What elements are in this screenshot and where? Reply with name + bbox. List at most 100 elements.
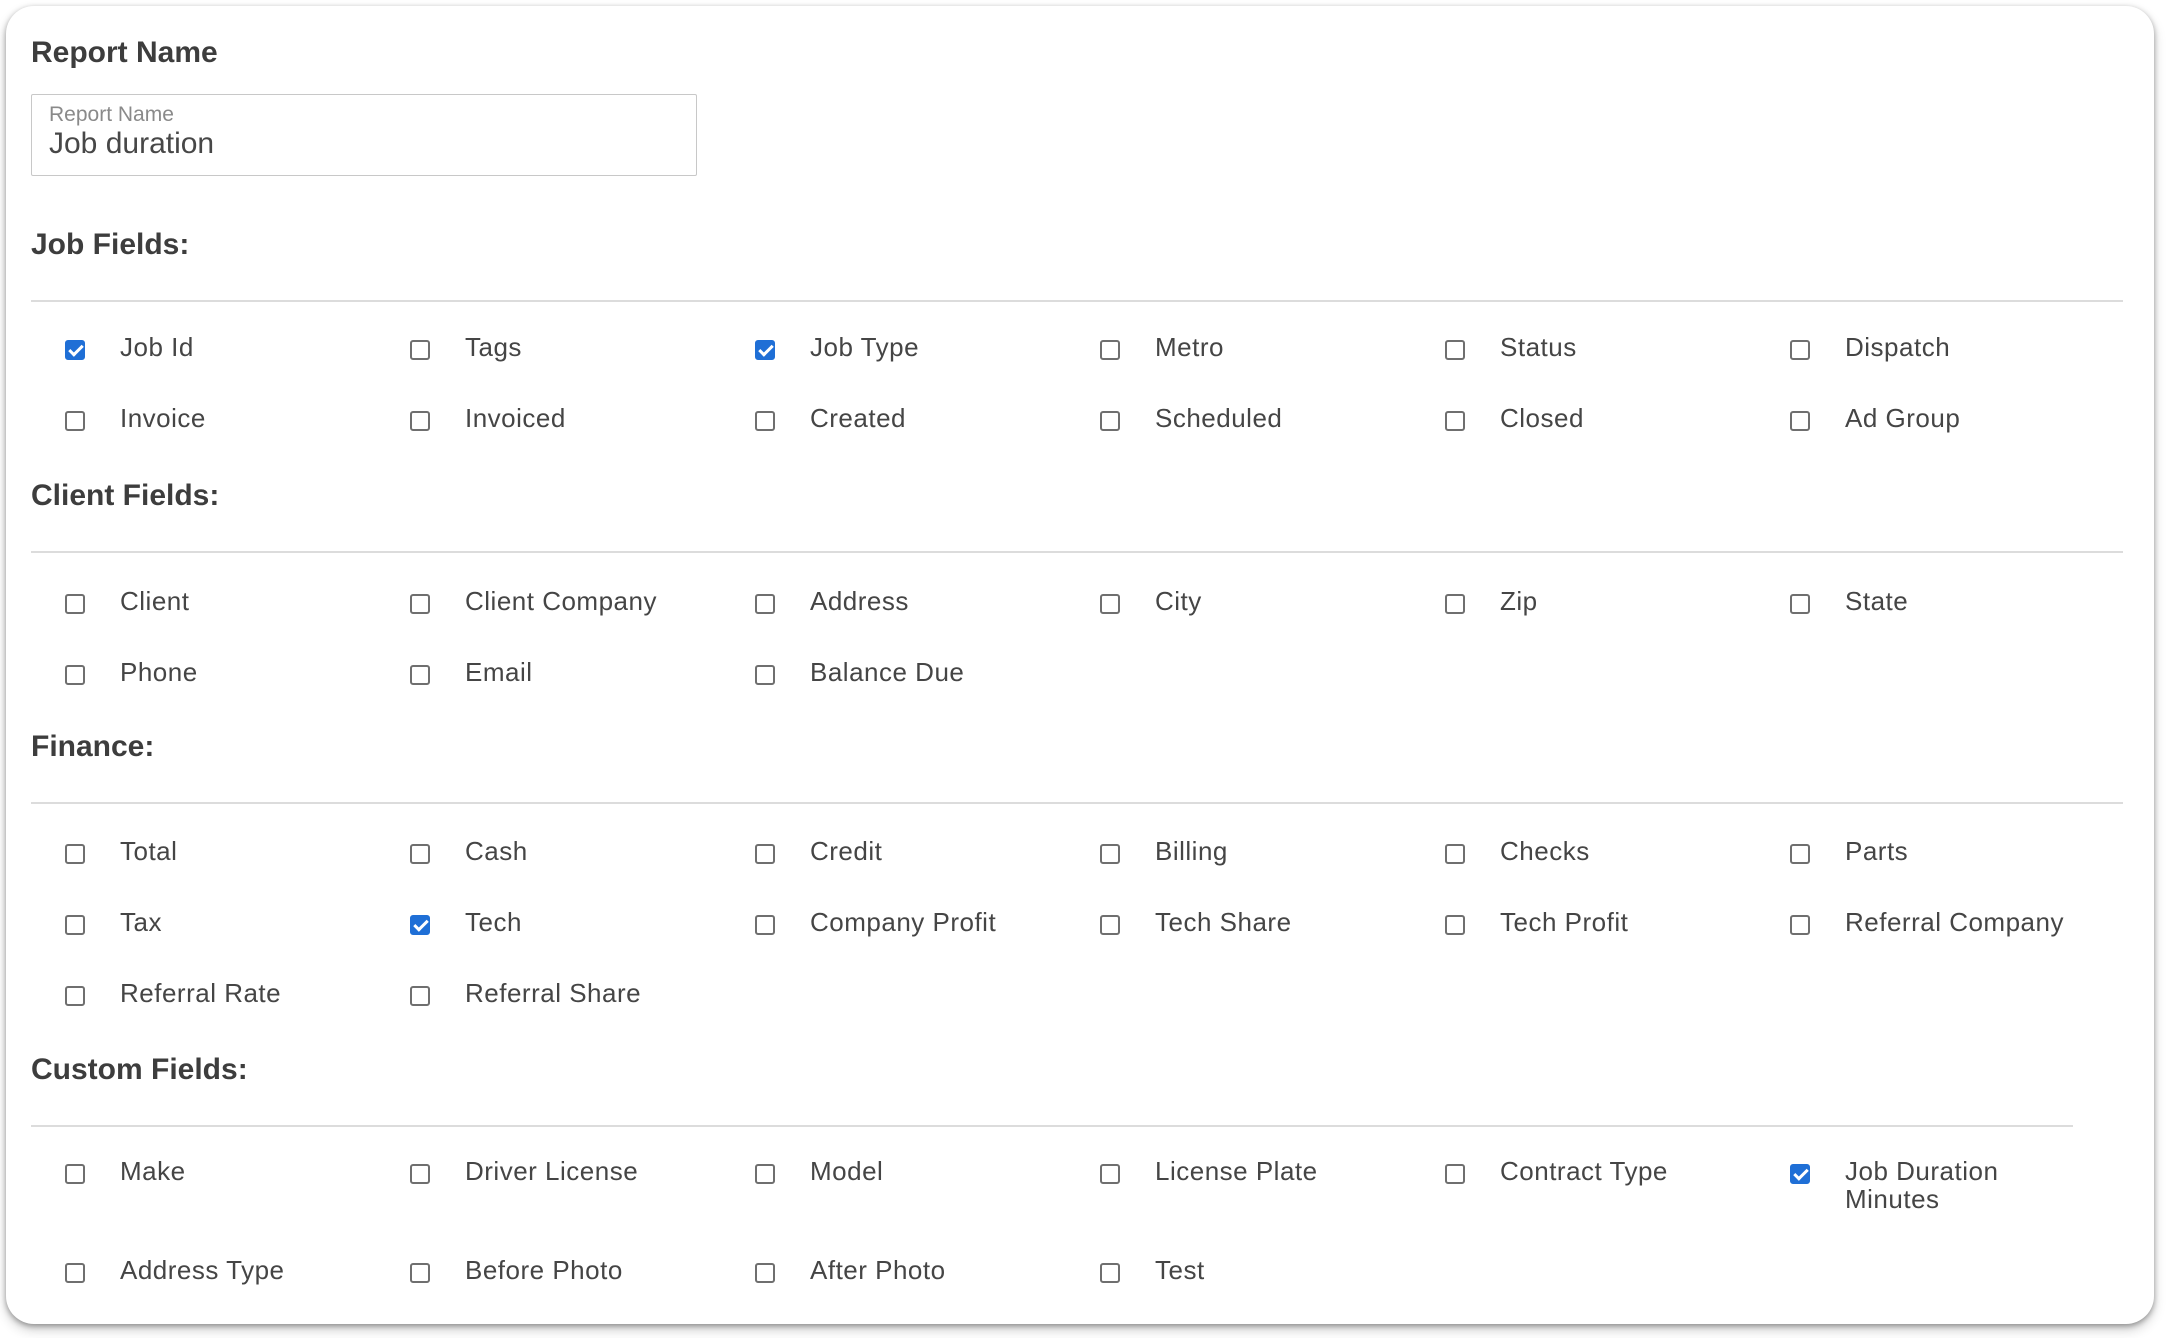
field-cash[interactable]: Cash (376, 837, 706, 904)
checkbox-job-type[interactable] (755, 340, 775, 360)
field-phone[interactable]: Phone (31, 658, 361, 725)
checkbox-zip[interactable] (1445, 594, 1465, 614)
checkbox-ad-group[interactable] (1790, 411, 1810, 431)
checkbox-company-profit[interactable] (755, 915, 775, 935)
checkbox-metro[interactable] (1100, 340, 1120, 360)
checkbox-phone[interactable] (65, 665, 85, 685)
field-state[interactable]: State (1756, 587, 2086, 654)
field-ad-group[interactable]: Ad Group (1756, 404, 2086, 471)
field-total[interactable]: Total (31, 837, 361, 904)
field-label: Referral Company (1845, 907, 2064, 937)
field-tax[interactable]: Tax (31, 908, 361, 975)
field-tech-profit[interactable]: Tech Profit (1411, 908, 1741, 975)
field-scheduled[interactable]: Scheduled (1066, 404, 1396, 471)
checkbox-email[interactable] (410, 665, 430, 685)
checkbox-dispatch[interactable] (1790, 340, 1810, 360)
field-referral-share[interactable]: Referral Share (376, 979, 706, 1046)
checkbox-parts[interactable] (1790, 844, 1810, 864)
checkbox-test[interactable] (1100, 1263, 1120, 1283)
field-license-plate[interactable]: License Plate (1066, 1157, 1396, 1224)
field-client[interactable]: Client (31, 587, 361, 654)
field-billing[interactable]: Billing (1066, 837, 1396, 904)
field-city[interactable]: City (1066, 587, 1396, 654)
checkbox-billing[interactable] (1100, 844, 1120, 864)
field-contract-type[interactable]: Contract Type (1411, 1157, 1741, 1224)
checkbox-after-photo[interactable] (755, 1263, 775, 1283)
section-divider (31, 300, 2123, 302)
field-invoice[interactable]: Invoice (31, 404, 361, 471)
field-tech-share[interactable]: Tech Share (1066, 908, 1396, 975)
checkbox-job-id[interactable] (65, 340, 85, 360)
checkbox-tech-profit[interactable] (1445, 915, 1465, 935)
checkbox-driver-license[interactable] (410, 1164, 430, 1184)
report-name-field[interactable]: Report Name (31, 94, 697, 176)
checkbox-total[interactable] (65, 844, 85, 864)
field-before-photo[interactable]: Before Photo (376, 1256, 706, 1323)
field-job-duration-minutes[interactable]: Job Duration Minutes (1756, 1157, 2086, 1224)
field-parts[interactable]: Parts (1756, 837, 2086, 904)
checkbox-state[interactable] (1790, 594, 1810, 614)
checkbox-credit[interactable] (755, 844, 775, 864)
checkbox-tech[interactable] (410, 915, 430, 935)
field-zip[interactable]: Zip (1411, 587, 1741, 654)
report-name-input[interactable] (49, 127, 669, 161)
checkbox-client[interactable] (65, 594, 85, 614)
checkbox-job-duration-minutes[interactable] (1790, 1164, 1810, 1184)
checkbox-address[interactable] (755, 594, 775, 614)
checkbox-referral-share[interactable] (410, 986, 430, 1006)
checkbox-address-type[interactable] (65, 1263, 85, 1283)
field-label: Job Id (120, 332, 194, 362)
checkbox-client-company[interactable] (410, 594, 430, 614)
field-dispatch[interactable]: Dispatch (1756, 333, 2086, 400)
field-job-id[interactable]: Job Id (31, 333, 361, 400)
checkbox-license-plate[interactable] (1100, 1164, 1120, 1184)
field-company-profit[interactable]: Company Profit (721, 908, 1051, 975)
field-label: Dispatch (1845, 332, 1951, 362)
field-checks[interactable]: Checks (1411, 837, 1741, 904)
field-driver-license[interactable]: Driver License (376, 1157, 706, 1224)
checkbox-closed[interactable] (1445, 411, 1465, 431)
checkbox-created[interactable] (755, 411, 775, 431)
checkbox-scheduled[interactable] (1100, 411, 1120, 431)
field-job-type[interactable]: Job Type (721, 333, 1051, 400)
checkbox-checks[interactable] (1445, 844, 1465, 864)
field-created[interactable]: Created (721, 404, 1051, 471)
field-status[interactable]: Status (1411, 333, 1741, 400)
field-address[interactable]: Address (721, 587, 1051, 654)
field-model[interactable]: Model (721, 1157, 1051, 1224)
checkbox-make[interactable] (65, 1164, 85, 1184)
field-tags[interactable]: Tags (376, 333, 706, 400)
checkbox-invoiced[interactable] (410, 411, 430, 431)
checkbox-model[interactable] (755, 1164, 775, 1184)
field-closed[interactable]: Closed (1411, 404, 1741, 471)
checkbox-cash[interactable] (410, 844, 430, 864)
field-label: Status (1500, 332, 1577, 362)
field-referral-rate[interactable]: Referral Rate (31, 979, 361, 1046)
checkbox-balance-due[interactable] (755, 665, 775, 685)
field-credit[interactable]: Credit (721, 837, 1051, 904)
section-title: Job Fields: (31, 228, 190, 261)
field-after-photo[interactable]: After Photo (721, 1256, 1051, 1323)
checkbox-contract-type[interactable] (1445, 1164, 1465, 1184)
field-test[interactable]: Test (1066, 1256, 1396, 1323)
field-label: Tech Share (1155, 907, 1292, 937)
checkbox-referral-company[interactable] (1790, 915, 1810, 935)
field-metro[interactable]: Metro (1066, 333, 1396, 400)
field-address-type[interactable]: Address Type (31, 1256, 361, 1323)
field-tech[interactable]: Tech (376, 908, 706, 975)
checkbox-before-photo[interactable] (410, 1263, 430, 1283)
field-referral-company[interactable]: Referral Company (1756, 908, 2086, 975)
checkbox-tax[interactable] (65, 915, 85, 935)
field-make[interactable]: Make (31, 1157, 361, 1224)
checkbox-status[interactable] (1445, 340, 1465, 360)
checkbox-referral-rate[interactable] (65, 986, 85, 1006)
checkbox-tech-share[interactable] (1100, 915, 1120, 935)
field-email[interactable]: Email (376, 658, 706, 725)
checkbox-city[interactable] (1100, 594, 1120, 614)
field-balance-due[interactable]: Balance Due (721, 658, 1051, 725)
field-client-company[interactable]: Client Company (376, 587, 706, 654)
field-invoiced[interactable]: Invoiced (376, 404, 706, 471)
field-label: Invoiced (465, 403, 566, 433)
checkbox-tags[interactable] (410, 340, 430, 360)
checkbox-invoice[interactable] (65, 411, 85, 431)
